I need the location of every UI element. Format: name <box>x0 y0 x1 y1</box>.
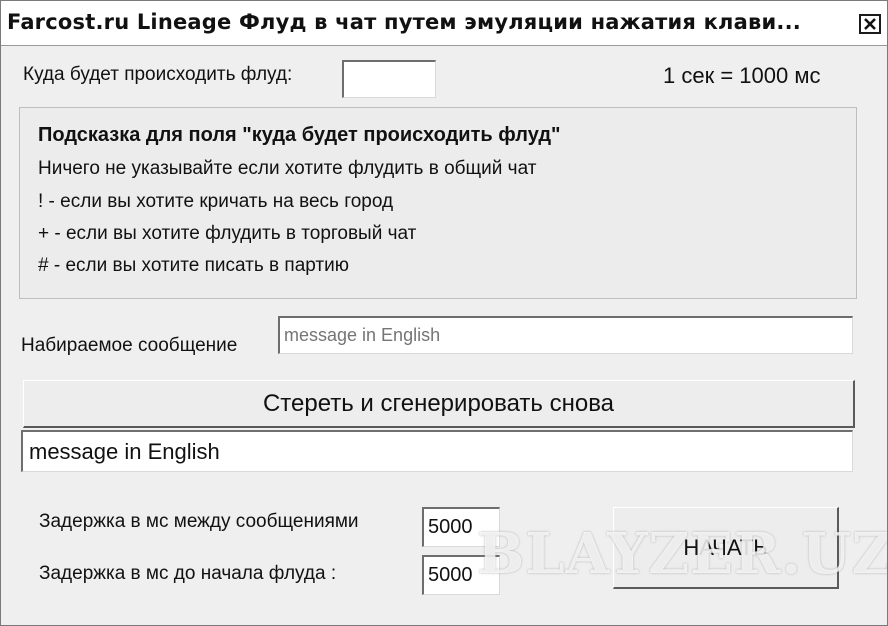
target-input[interactable] <box>342 60 436 98</box>
regenerate-button[interactable]: Стереть и сгенерировать снова <box>23 380 855 428</box>
close-icon <box>864 18 876 30</box>
hint-line: Ничего не указывайте если хотите флудить… <box>38 158 537 179</box>
hint-title: Подсказка для поля "куда будет происходи… <box>38 124 561 146</box>
target-label: Куда будет происходить флуд: <box>23 64 293 85</box>
hint-line: ! - если вы хотите кричать на весь город <box>38 191 394 212</box>
delay-between-label: Задержка в мс между сообщениями <box>39 511 359 532</box>
generated-message-field[interactable] <box>21 430 853 472</box>
hint-panel: Подсказка для поля "куда будет происходи… <box>19 107 857 299</box>
time-note: 1 сек = 1000 мс <box>663 63 821 88</box>
delay-between-input[interactable] <box>422 507 500 547</box>
close-button[interactable] <box>859 14 881 34</box>
hint-line: + - если вы хотите флудить в торговый ча… <box>38 223 417 244</box>
app-window: Farcost.ru Lineage Флуд в чат путем эмул… <box>0 0 888 626</box>
start-button[interactable]: НАЧАТЬ <box>613 507 839 589</box>
message-input[interactable] <box>278 316 853 354</box>
hint-line: # - если вы хотите писать в партию <box>38 255 349 276</box>
window-title: Farcost.ru Lineage Флуд в чат путем эмул… <box>7 10 801 34</box>
delay-before-label: Задержка в мс до начала флуда : <box>39 563 337 584</box>
title-bar[interactable]: Farcost.ru Lineage Флуд в чат путем эмул… <box>1 1 887 46</box>
message-label: Набираемое сообщение <box>21 335 238 356</box>
delay-before-input[interactable] <box>422 555 500 595</box>
